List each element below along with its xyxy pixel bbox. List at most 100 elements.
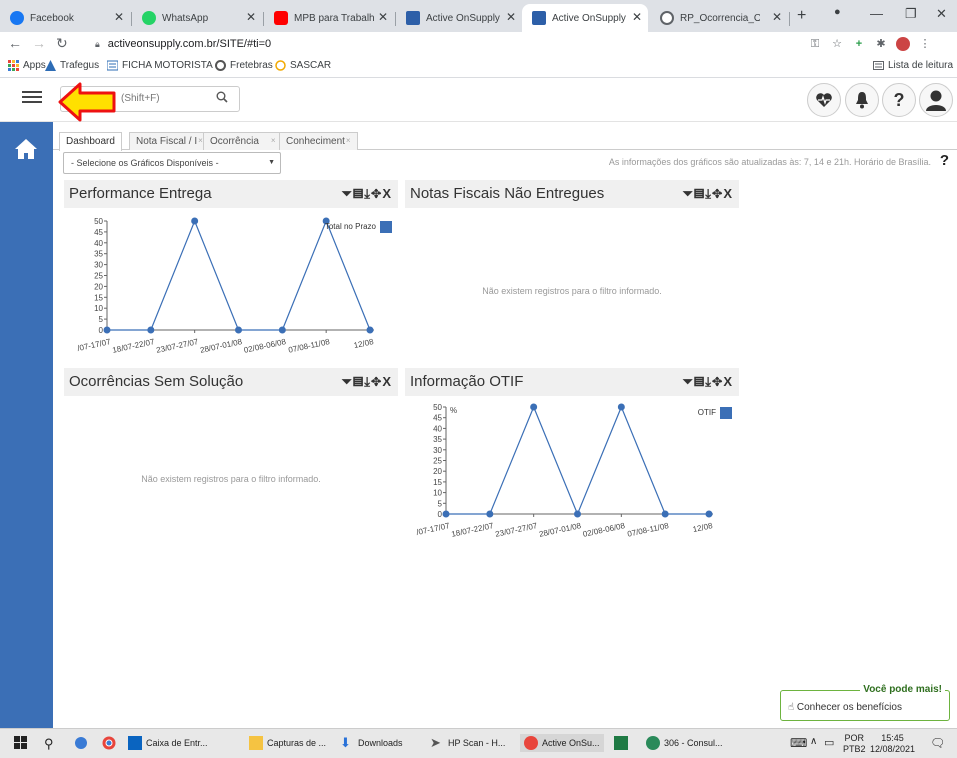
tab-conhecimento[interactable]: Conheciment× — [279, 132, 358, 150]
menu-kebab-icon[interactable]: ⋮ — [918, 37, 932, 51]
tab-dashboard[interactable]: Dashboard — [59, 132, 122, 151]
browser-tab-activeonsupply-2[interactable]: Active OnSupply ✕ — [522, 4, 648, 32]
taskbar-item-downloads[interactable]: ⬇ Downloads — [340, 736, 403, 750]
browser-tab-rp-ocorrencia[interactable]: RP_Ocorrencia_Oco ✕ — [650, 4, 788, 32]
bookmark-label: Apps — [23, 60, 46, 71]
panel-ocorrencias: Ocorrências Sem Solução ⏷▤⤓✥X Não existe… — [64, 368, 398, 548]
close-icon[interactable]: ✕ — [378, 10, 388, 24]
browser-tab-mpb[interactable]: MPB para Trabalhar ✕ — [264, 4, 394, 32]
x-tick-label: 02/08-06/08 — [582, 521, 626, 539]
legend-label: OTIF — [698, 408, 716, 417]
legend-swatch — [720, 407, 732, 419]
user-icon — [926, 90, 946, 111]
panel-toolbar[interactable]: ⏷▤⤓✥X — [342, 374, 393, 390]
browser-tab-facebook[interactable]: Facebook ✕ — [0, 4, 130, 32]
x-tick-label: 02/08-06/08 — [243, 337, 287, 355]
ficha-icon — [107, 60, 118, 71]
close-icon[interactable]: × — [271, 136, 276, 145]
close-icon[interactable]: ✕ — [114, 10, 124, 24]
keyboard-icon[interactable]: ⌨︎ — [790, 736, 807, 750]
x-tick-label: 07/08-11/08 — [288, 337, 332, 355]
facebook-icon — [10, 11, 24, 25]
chart-select-dropdown[interactable]: - Selecione os Gráficos Disponíveis - ▼ — [63, 152, 281, 174]
promo-box[interactable]: Você pode mais! ☝︎ Conhecer os benefício… — [780, 684, 950, 721]
bookmark-ficha-motorista[interactable]: FICHA MOTORISTA — [107, 60, 213, 71]
hamburger-menu-icon[interactable] — [22, 88, 42, 108]
taskbar-item-active-onsupply[interactable]: Active OnSu... — [520, 734, 604, 752]
bookmark-fretebras[interactable]: Fretebras — [215, 60, 273, 71]
minimize-button[interactable]: — — [870, 6, 883, 21]
promo-title: Você pode mais! — [860, 684, 945, 695]
fretebras-icon — [215, 60, 226, 71]
panel-toolbar[interactable]: ⏷▤⤓✥X — [683, 374, 734, 390]
health-heart-button[interactable] — [807, 83, 841, 117]
tab-label: Active OnSupply — [426, 12, 500, 24]
bookmark-star-icon[interactable]: ☆ — [830, 37, 844, 51]
tab-label: Conheciment — [286, 136, 345, 147]
restore-button[interactable]: ❐ — [905, 6, 917, 22]
forward-arrow-icon[interactable]: → — [32, 35, 46, 51]
close-icon[interactable]: × — [346, 136, 351, 145]
legend-swatch — [380, 221, 392, 233]
heart-pulse-icon — [816, 93, 832, 107]
left-sidebar-rail — [0, 122, 53, 728]
close-icon[interactable]: ✕ — [506, 10, 516, 24]
window-close-button[interactable]: ✕ — [936, 6, 947, 22]
close-icon[interactable]: ✕ — [246, 10, 256, 24]
panel-toolbar[interactable]: ⏷▤⤓✥X — [683, 186, 734, 202]
promo-link[interactable]: ☝︎ Conhecer os benefícios — [788, 702, 902, 713]
close-icon[interactable]: ✕ — [772, 10, 782, 24]
key-icon[interactable]: ⚿ — [808, 37, 822, 51]
bookmark-apps[interactable]: Apps — [8, 60, 46, 71]
excel-icon[interactable] — [614, 736, 628, 750]
y-tick-label: 35 — [433, 435, 442, 444]
network-icon[interactable]: ▭ — [824, 736, 834, 749]
data-point — [705, 510, 713, 518]
notification-center-icon[interactable]: 🗨︎ — [930, 736, 945, 750]
extensions-puzzle-icon[interactable]: ✱ — [874, 37, 888, 51]
cortana-icon[interactable] — [74, 736, 88, 750]
back-arrow-icon[interactable]: ← — [8, 35, 22, 51]
taskbar-item-306-consul[interactable]: 306 - Consul... — [646, 736, 723, 750]
language-indicator[interactable]: POR PTB2 — [843, 733, 866, 755]
reload-icon[interactable]: ↻ — [56, 35, 68, 52]
help-button[interactable]: ? — [882, 83, 916, 117]
bookmark-trafegus[interactable]: Trafegus — [45, 60, 99, 71]
search-icon[interactable] — [216, 91, 228, 103]
close-icon[interactable]: ✕ — [632, 10, 642, 24]
panel-toolbar[interactable]: ⏷▤⤓✥X — [342, 186, 393, 202]
extension-plus-icon[interactable]: + — [852, 37, 866, 51]
tab-nota-fiscal[interactable]: Nota Fiscal / I× — [129, 132, 210, 150]
search-icon[interactable]: ⚲ — [44, 736, 54, 752]
chevron-up-icon[interactable]: ∧ — [810, 736, 817, 747]
browser-tab-whatsapp[interactable]: WhatsApp ✕ — [132, 4, 262, 32]
reading-list-button[interactable]: Lista de leitura — [873, 60, 953, 71]
user-avatar-button[interactable] — [919, 83, 953, 117]
taskbar-item-hp-scan[interactable]: ➤ HP Scan - H... — [430, 736, 505, 750]
notifications-button[interactable] — [845, 83, 879, 117]
y-axis-label: % — [450, 406, 457, 415]
home-icon[interactable] — [14, 138, 38, 160]
taskbar-item-outlook[interactable]: Caixa de Entr... — [128, 736, 208, 750]
trafegus-icon — [45, 60, 56, 71]
y-tick-label: 30 — [94, 261, 103, 270]
tab-label: Dashboard — [66, 136, 115, 147]
tab-search-icon[interactable]: ● — [834, 6, 841, 18]
app-icon — [646, 736, 660, 750]
panel-informacao-otif: Informação OTIF ⏷▤⤓✥X 0 5 10 15 20 25 30 35 40 45… — [405, 368, 739, 548]
browser-toolbar: ← → ↻ 🔒︎ activeonsupply.com.br/SITE/#ti=… — [0, 32, 957, 56]
bookmark-sascar[interactable]: SASCAR — [275, 60, 331, 71]
series-line — [446, 405, 709, 516]
address-bar[interactable]: 🔒︎ activeonsupply.com.br/SITE/#ti=0 — [95, 34, 795, 54]
chrome-icon[interactable] — [102, 736, 116, 750]
data-point — [530, 403, 538, 411]
tab-ocorrencia[interactable]: Ocorrência × — [203, 132, 283, 150]
new-tab-button[interactable]: + — [797, 7, 806, 25]
taskbar-item-capturas[interactable]: Capturas de ... — [249, 736, 326, 750]
windows-start-icon[interactable] — [14, 736, 27, 749]
profile-avatar[interactable] — [896, 37, 910, 51]
browser-tab-activeonsupply-1[interactable]: Active OnSupply ✕ — [396, 4, 522, 32]
bookmark-label: FICHA MOTORISTA — [122, 60, 213, 71]
system-clock[interactable]: 15:45 12/08/2021 — [870, 733, 915, 755]
help-question-icon[interactable]: ? — [940, 152, 949, 169]
